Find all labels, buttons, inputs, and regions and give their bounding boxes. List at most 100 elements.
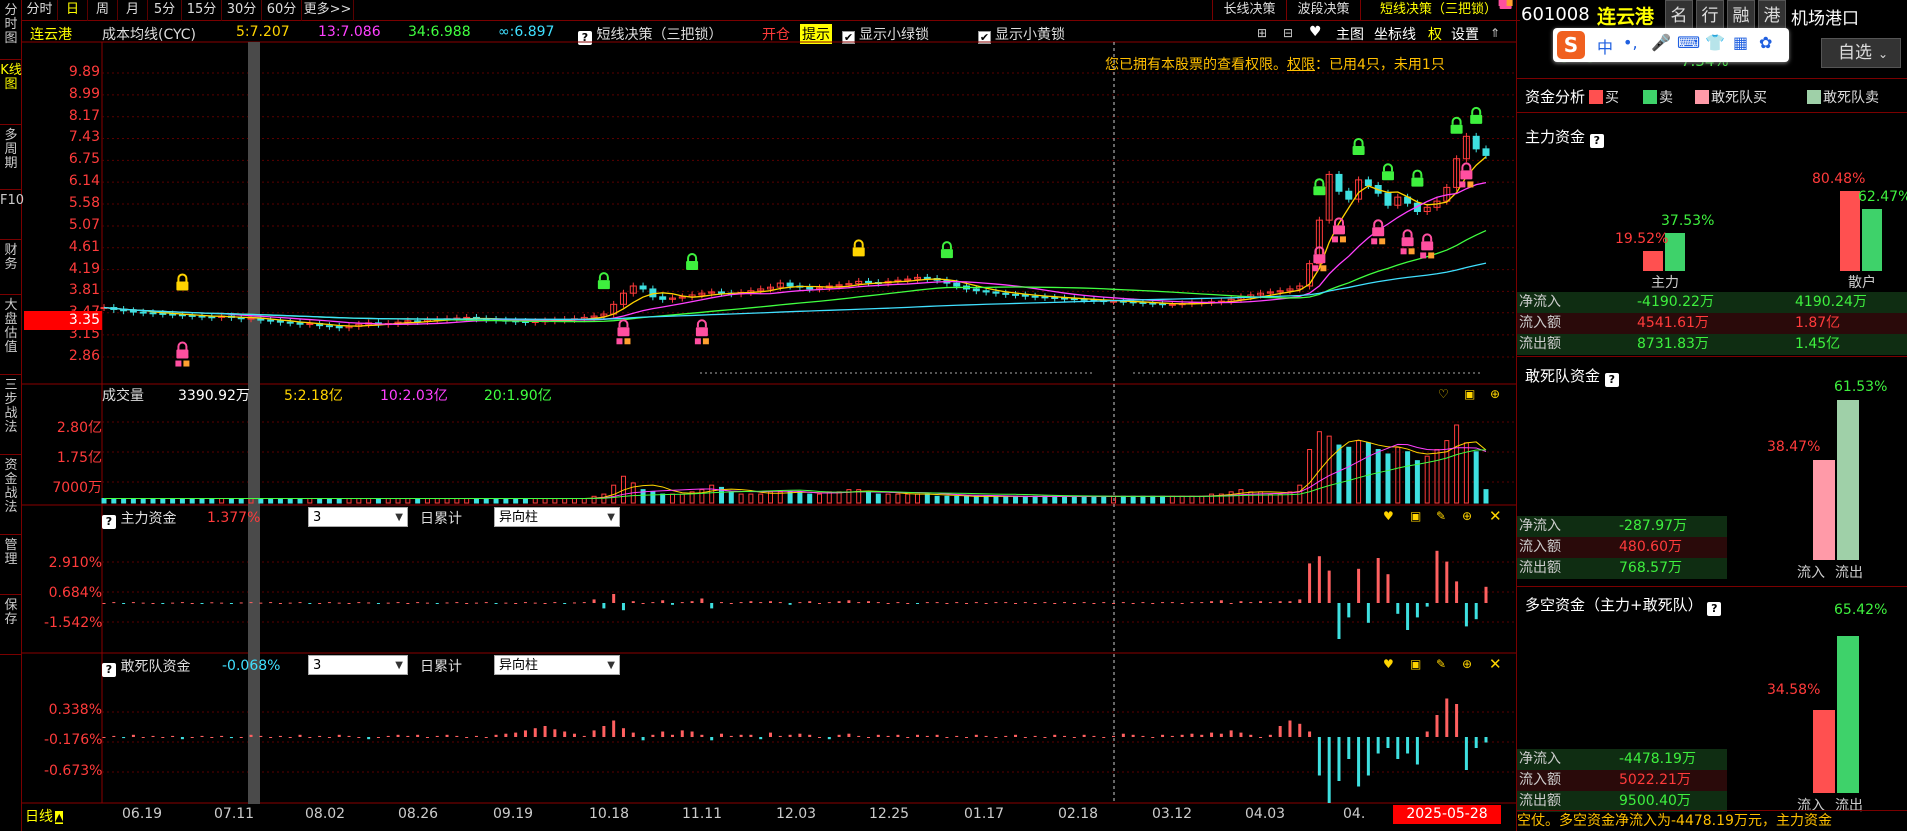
date-axis-label: 04.03 bbox=[1245, 806, 1286, 822]
volume-bar bbox=[826, 491, 832, 504]
ime-settings-icon[interactable]: ✿ bbox=[1759, 33, 1772, 52]
volume-bar bbox=[924, 493, 930, 504]
main-fund-favorite-icon[interactable]: ♥ bbox=[1383, 509, 1394, 523]
price-axis-tick: 8.17 bbox=[68, 107, 100, 124]
lock-body bbox=[617, 327, 630, 337]
volume-bar bbox=[699, 489, 705, 504]
main-fund-settings-icon[interactable]: ▣ bbox=[1410, 509, 1421, 523]
help-icon[interactable]: ? bbox=[102, 515, 116, 529]
main-fund-type-select[interactable]: 异向柱 ▼ bbox=[494, 507, 620, 527]
dare-fund-bar bbox=[308, 737, 312, 738]
dare-fund-bar bbox=[768, 732, 772, 737]
volume-value: 3390.92万 bbox=[178, 388, 250, 404]
dare-fund-type-select[interactable]: 异向柱 ▼ bbox=[494, 655, 620, 675]
candle-body bbox=[159, 312, 167, 315]
row-value-main: 8731.83万 bbox=[1637, 336, 1709, 352]
dare-fund-zoom-icon[interactable]: ⊕ bbox=[1462, 657, 1472, 671]
period-up-icon: ▲ bbox=[55, 811, 64, 824]
tag-industry[interactable]: 行 bbox=[1696, 0, 1724, 30]
long-short-in-pct: 34.58% bbox=[1767, 682, 1821, 699]
tag-hk[interactable]: 港 bbox=[1758, 0, 1786, 30]
ime-punct-icon[interactable]: •, bbox=[1623, 33, 1638, 52]
volume-bar bbox=[709, 484, 715, 504]
main-fund-bar bbox=[867, 601, 871, 603]
main-fund-main-out-pct: 37.53% bbox=[1661, 213, 1715, 230]
lock-sub bbox=[183, 360, 190, 367]
dare-fund-bar bbox=[925, 735, 929, 737]
date-axis-label: 12.03 bbox=[776, 806, 817, 822]
ime-logo-icon: S bbox=[1557, 31, 1585, 59]
dare-fund-bar bbox=[406, 735, 410, 737]
help-icon[interactable]: ? bbox=[1589, 134, 1604, 148]
lock-body bbox=[686, 261, 699, 271]
volume-bar bbox=[679, 493, 685, 504]
volume-bar bbox=[317, 498, 323, 504]
volume-bar bbox=[669, 493, 675, 504]
volume-settings-icon[interactable]: ▣ bbox=[1464, 387, 1475, 401]
main-fund-pin-icon[interactable]: ✎ bbox=[1436, 509, 1446, 523]
tag-margin[interactable]: 融 bbox=[1727, 0, 1755, 30]
main-fund-bar bbox=[1014, 603, 1018, 604]
volume-bar bbox=[258, 498, 264, 504]
dare-fund-bar bbox=[1259, 737, 1263, 738]
main-fund-close-icon[interactable]: ✕ bbox=[1489, 507, 1502, 525]
volume-zoom-icon[interactable]: ⊕ bbox=[1490, 387, 1500, 401]
dare-fund-bar bbox=[621, 728, 625, 737]
dare-fund-bar bbox=[1464, 737, 1468, 770]
dare-fund-bar bbox=[455, 735, 459, 737]
main-fund-bar bbox=[102, 603, 106, 604]
ime-keyboard-icon[interactable]: ⌨ bbox=[1677, 33, 1700, 52]
volume-bar bbox=[1444, 440, 1450, 504]
row-label: 流出额 bbox=[1519, 336, 1561, 352]
volume-bar bbox=[728, 491, 734, 504]
dare-fund-out-bar bbox=[1837, 400, 1859, 560]
main-fund-period-select[interactable]: 3 ▼ bbox=[308, 507, 408, 527]
volume-favorite-icon[interactable]: ♡ bbox=[1438, 387, 1449, 401]
price-axis-tick: 6.14 bbox=[68, 173, 100, 190]
dare-fund-close-icon[interactable]: ✕ bbox=[1489, 655, 1502, 673]
volume-bar bbox=[219, 498, 225, 504]
volume-bar bbox=[905, 493, 911, 504]
watchlist-button[interactable]: 自选 ⌄ bbox=[1821, 38, 1901, 68]
ime-skin-icon[interactable]: 👕 bbox=[1705, 33, 1725, 52]
dare-fund-favorite-icon[interactable]: ♥ bbox=[1383, 657, 1394, 671]
help-icon[interactable]: ? bbox=[1604, 373, 1619, 387]
help-icon[interactable]: ? bbox=[1707, 602, 1722, 616]
lock-body bbox=[1450, 124, 1463, 134]
help-icon[interactable]: ? bbox=[102, 663, 116, 677]
main-fund-bar bbox=[670, 603, 674, 605]
legend-dare-sell: 敢死队卖 bbox=[1807, 87, 1879, 107]
ime-toolbar[interactable]: S 中 •, 🎤 ⌨ 👕 ▦ ✿ bbox=[1553, 28, 1789, 62]
ime-chinese-icon[interactable]: 中 bbox=[1597, 34, 1613, 58]
row-label: 流出额 bbox=[1519, 793, 1561, 809]
dare-fund-period-select[interactable]: 3 ▼ bbox=[308, 655, 408, 675]
main-fund-zoom-icon[interactable]: ⊕ bbox=[1462, 509, 1472, 523]
ime-toolbox-icon[interactable]: ▦ bbox=[1733, 33, 1748, 52]
volume-bar bbox=[434, 498, 440, 504]
volume-bar bbox=[454, 498, 460, 504]
date-axis-label: 06.19 bbox=[122, 806, 163, 822]
volume-bar bbox=[277, 498, 283, 504]
dare-fund-bar bbox=[229, 737, 233, 739]
dare-fund-bar bbox=[386, 735, 390, 737]
period-label[interactable]: 日线 ▲ bbox=[25, 806, 64, 826]
main-fund-bar bbox=[1327, 570, 1331, 603]
tag-name[interactable]: 名 bbox=[1665, 0, 1693, 30]
dare-fund-bar bbox=[592, 730, 596, 737]
candle-body bbox=[659, 296, 667, 300]
lock-icon bbox=[1450, 116, 1463, 134]
volume-bar bbox=[209, 498, 215, 504]
lock-icon bbox=[1470, 106, 1483, 124]
dare-fund-pin-icon[interactable]: ✎ bbox=[1436, 657, 1446, 671]
dare-fund-bar bbox=[670, 734, 674, 737]
volume-bar bbox=[1091, 495, 1097, 504]
divider bbox=[1517, 112, 1907, 113]
lock-icon bbox=[175, 341, 190, 367]
main-fund-bar bbox=[1004, 602, 1008, 604]
row-value-retail: 1.45亿 bbox=[1795, 336, 1841, 352]
main-fund-bar bbox=[876, 602, 880, 604]
ime-voice-icon[interactable]: 🎤 bbox=[1651, 33, 1671, 52]
dare-fund-settings-icon[interactable]: ▣ bbox=[1410, 657, 1421, 671]
candle-body bbox=[306, 323, 314, 326]
dare-fund-bar bbox=[1200, 734, 1204, 737]
